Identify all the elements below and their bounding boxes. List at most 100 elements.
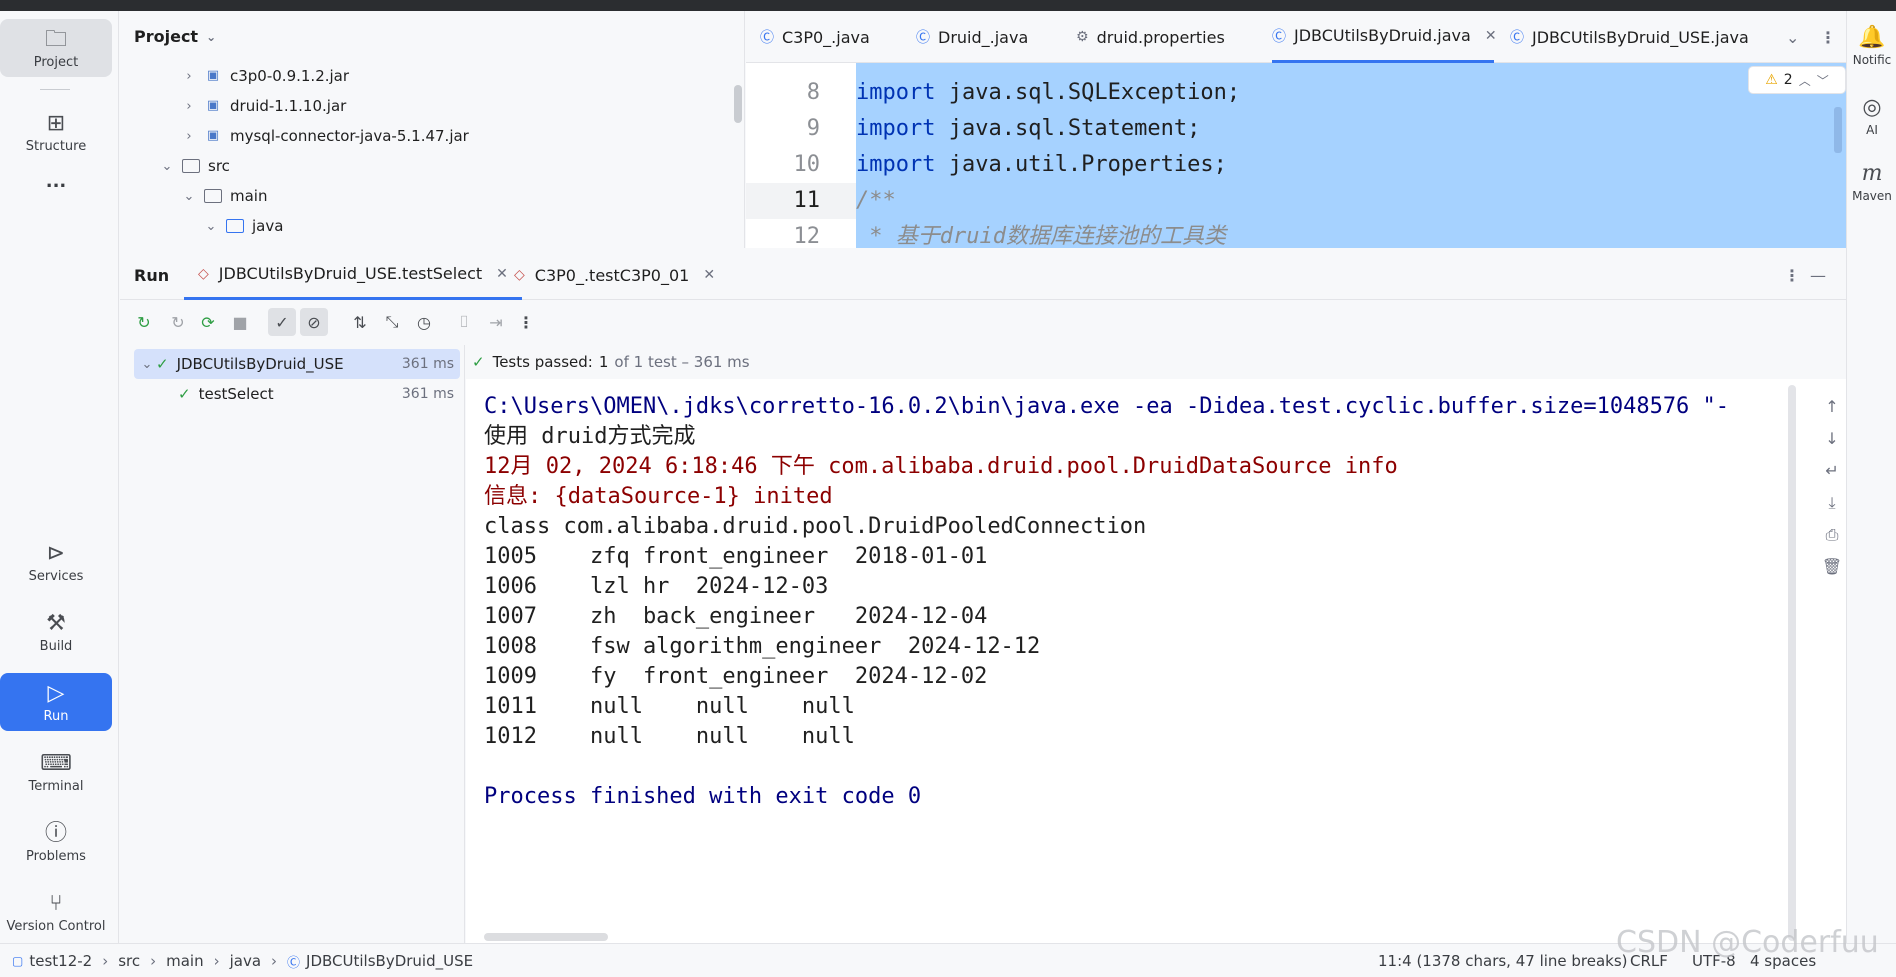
chevron-right-icon: › — [186, 98, 192, 114]
arrow-up-icon: ↑ — [1825, 397, 1839, 416]
line-number: 8 — [806, 80, 820, 105]
code-text: java.sql.Statement; — [935, 116, 1201, 141]
clear-button[interactable]: 🗑 — [1818, 557, 1846, 576]
more-vertical-icon: ⋮ — [1784, 265, 1800, 285]
breadcrumb-item[interactable]: main — [166, 952, 203, 970]
rerun-button[interactable]: ↻ — [130, 308, 158, 336]
tree-item-src[interactable]: ⌄ src — [158, 151, 230, 181]
tree-item-c3p0-jar[interactable]: › ▣ c3p0-0.9.1.2.jar — [180, 61, 349, 91]
soft-wrap-button[interactable]: ↵ — [1818, 461, 1846, 480]
tabs-dropdown-button[interactable]: ⌄ — [1786, 11, 1799, 63]
close-icon[interactable]: ✕ — [703, 267, 715, 283]
run-panel-title: Run — [134, 265, 170, 285]
source-folder-icon — [226, 219, 244, 233]
more-vertical-icon: ⋮ — [1820, 27, 1836, 47]
scroll-up-button[interactable]: ↑ — [1818, 397, 1846, 416]
chevron-up-icon[interactable]: ︿ — [1799, 72, 1811, 89]
console-line: 1012 null null null — [484, 724, 855, 749]
console-vertical-scrollbar[interactable] — [1788, 385, 1796, 941]
tree-item-java[interactable]: ⌄ java — [202, 211, 284, 241]
project-scrollbar[interactable] — [734, 85, 742, 123]
close-icon[interactable]: ✕ — [496, 266, 508, 282]
code-editor[interactable]: 8 9 10 11 12 import java.sql.SQLExceptio… — [746, 63, 1846, 249]
run-minimize-button[interactable]: — — [1810, 250, 1826, 300]
tool-services-button[interactable]: ⊳ Services — [0, 533, 112, 591]
collapse-all-button[interactable]: ⤡ — [378, 308, 406, 336]
close-icon[interactable]: ✕ — [1485, 28, 1497, 44]
tab-label: druid.properties — [1096, 27, 1225, 47]
test-case-row[interactable]: ✓ testSelect 361 ms — [134, 379, 460, 409]
tree-item-main[interactable]: ⌄ main — [180, 181, 268, 211]
camera-icon: ⌷ — [459, 312, 469, 331]
tool-notifications-button[interactable]: 🔔 Notific — [1847, 25, 1896, 67]
java-class-icon: Ⓒ — [916, 30, 930, 46]
status-count: 1 — [598, 353, 609, 371]
chevron-down-icon: ⌄ — [205, 218, 217, 234]
sort-button[interactable]: ⇅ — [346, 308, 374, 336]
print-button[interactable]: ⎙ — [1818, 525, 1846, 545]
tool-problems-button[interactable]: ⓘ Problems — [0, 813, 112, 871]
chevron-down-icon[interactable]: ﹀ — [1817, 72, 1829, 89]
tool-version-control-button[interactable]: ⑂ Version Control — [0, 883, 112, 941]
tool-structure-button[interactable]: ⊞ Structure — [0, 103, 112, 161]
test-name: testSelect — [198, 385, 274, 403]
tab-c3p0-java[interactable]: Ⓒ C3P0_.java — [760, 11, 870, 63]
passed-check-icon: ✓ — [156, 355, 169, 373]
caret-position[interactable]: 11:4 (1378 chars, 47 line breaks) — [1378, 944, 1628, 977]
import-tests-button[interactable]: ⇥ — [482, 308, 510, 336]
show-ignored-toggle[interactable]: ⊘ — [300, 308, 328, 336]
toolbar-more-button[interactable]: ⋮ — [512, 308, 540, 336]
tool-maven-button[interactable]: m Maven — [1847, 161, 1896, 203]
scroll-down-button[interactable]: ↓ — [1818, 429, 1846, 448]
tab-label: JDBCUtilsByDruid_USE.java — [1532, 27, 1749, 47]
editor-scrollbar[interactable] — [1834, 107, 1842, 153]
inspection-widget[interactable]: ⚠ 2 ︿ ﹀ — [1748, 66, 1846, 94]
rerun-failed-button[interactable]: ↻ — [164, 308, 192, 336]
run-options-button[interactable]: ⋮ — [1784, 250, 1800, 300]
project-panel: Project ⌄ › ▣ c3p0-0.9.1.2.jar › ▣ druid… — [120, 11, 745, 248]
line-number-gutter: 8 9 10 11 12 — [746, 63, 856, 249]
sort-icon: ⇅ — [353, 312, 367, 332]
scroll-to-end-button[interactable]: ⤓ — [1818, 493, 1846, 513]
tool-more-button[interactable]: ... — [0, 163, 112, 199]
tab-label: Druid_.java — [938, 27, 1029, 47]
console-horizontal-scrollbar[interactable] — [484, 933, 608, 941]
run-tab-testselect[interactable]: ◇ JDBCUtilsByDruid_USE.testSelect ✕ — [184, 250, 522, 300]
stop-button[interactable]: ■ — [226, 308, 254, 336]
line-number: 11 — [793, 188, 821, 213]
tab-jdbcutilsbydruid-java[interactable]: Ⓒ JDBCUtilsByDruid.java ✕ — [1272, 11, 1497, 63]
tab-druid-properties[interactable]: ⚙ druid.properties — [1076, 11, 1225, 63]
rerun-failed-icon: ↻ — [171, 312, 185, 332]
tree-item-label: mysql-connector-java-5.1.47.jar — [230, 127, 469, 145]
breadcrumb-item[interactable]: java — [230, 952, 261, 970]
test-history-button[interactable]: ◷ — [410, 308, 438, 336]
tool-terminal-button[interactable]: ⌨ Terminal — [0, 743, 112, 801]
code-line: /** — [856, 183, 896, 219]
chevron-right-icon: › — [271, 952, 278, 970]
chevron-right-icon: › — [186, 68, 192, 84]
test-suite-row[interactable]: ⌄ ✓ JDBCUtilsByDruid_USE 361 ms — [134, 349, 460, 379]
screenshot-button[interactable]: ⌷ — [450, 308, 478, 336]
tool-build-button[interactable]: ⚒ Build — [0, 603, 112, 661]
show-passed-toggle[interactable]: ✓ — [268, 308, 296, 336]
project-panel-title[interactable]: Project ⌄ — [134, 27, 216, 46]
java-class-icon: Ⓒ — [287, 955, 301, 971]
console-output[interactable]: ✓ Tests passed: 1 of 1 test – 361 ms C:\… — [466, 345, 1846, 943]
tool-project-button[interactable]: 🗀 Project — [0, 19, 112, 77]
terminal-icon: ⌨ — [40, 750, 72, 776]
run-tab-testc3p0[interactable]: ◇ C3P0_.testC3P0_01 ✕ — [514, 250, 715, 300]
breadcrumb-item[interactable]: JDBCUtilsByDruid_USE — [306, 952, 473, 970]
tree-item-mysql-jar[interactable]: › ▣ mysql-connector-java-5.1.47.jar — [180, 121, 469, 151]
tool-ai-button[interactable]: ◎ AI — [1847, 95, 1896, 137]
tree-item-druid-jar[interactable]: › ▣ druid-1.1.10.jar — [180, 91, 346, 121]
tab-druid-java[interactable]: Ⓒ Druid_.java — [916, 11, 1028, 63]
breadcrumb-item[interactable]: test12-2 — [29, 952, 92, 970]
code-keyword: import — [856, 152, 936, 177]
code-area[interactable]: import java.sql.SQLException; import jav… — [856, 63, 1846, 249]
java-class-icon: Ⓒ — [1510, 30, 1524, 46]
tool-run-button[interactable]: ▷ Run — [0, 673, 112, 731]
toggle-auto-test-button[interactable]: ⟳ — [194, 308, 222, 336]
tab-jdbcutilsbydruid-use-java[interactable]: Ⓒ JDBCUtilsByDruid_USE.java — [1510, 11, 1749, 63]
breadcrumb-item[interactable]: src — [118, 952, 140, 970]
tabs-more-button[interactable]: ⋮ — [1820, 11, 1836, 63]
